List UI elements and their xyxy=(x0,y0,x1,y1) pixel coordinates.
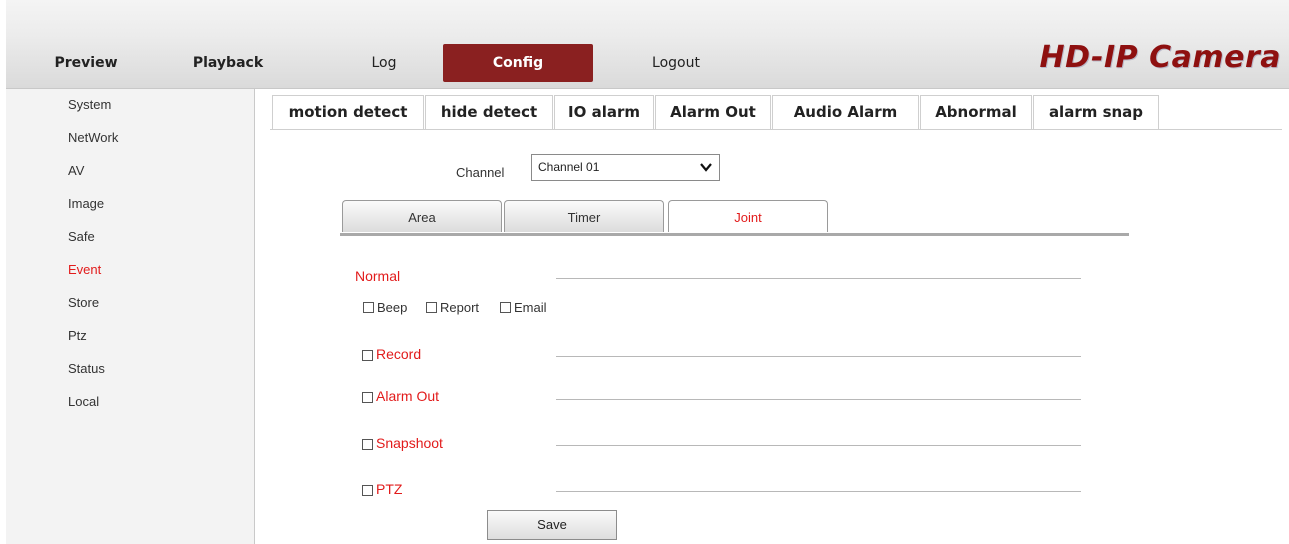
record-checkbox[interactable] xyxy=(362,350,373,361)
record-label: Record xyxy=(376,346,422,362)
alarm-out-label: Alarm Out xyxy=(376,388,440,404)
tab-alarm-snap[interactable]: alarm snap xyxy=(1033,95,1159,129)
ptz-divider xyxy=(556,491,1081,492)
nav-playback[interactable]: Playback xyxy=(168,44,288,82)
sidebar-item-store[interactable]: Store xyxy=(68,295,99,310)
nav-preview[interactable]: Preview xyxy=(26,44,146,82)
sidebar-item-av[interactable]: AV xyxy=(68,163,84,178)
beep-checkbox[interactable] xyxy=(363,302,374,313)
normal-divider xyxy=(556,278,1081,279)
normal-title: Normal xyxy=(355,268,401,284)
sidebar-item-status[interactable]: Status xyxy=(68,361,105,376)
chevron-down-icon xyxy=(700,163,712,172)
beep-label: Beep xyxy=(377,300,408,315)
tab-motion-detect[interactable]: motion detect xyxy=(272,95,424,129)
nav-log[interactable]: Log xyxy=(324,44,444,82)
subtab-joint[interactable]: Joint xyxy=(668,200,828,232)
nav-config[interactable]: Config xyxy=(443,44,593,82)
snapshoot-divider xyxy=(556,445,1081,446)
brand-logo: HD-IP Camera xyxy=(1039,40,1281,75)
record-divider xyxy=(556,356,1081,357)
sidebar-item-ptz[interactable]: Ptz xyxy=(68,328,87,343)
snapshoot-label: Snapshoot xyxy=(376,435,443,451)
sidebar-item-system[interactable]: System xyxy=(68,97,111,112)
tab-abnormal[interactable]: Abnormal xyxy=(920,95,1032,129)
alarm-out-divider xyxy=(556,399,1081,400)
tab-audio-alarm[interactable]: Audio Alarm xyxy=(772,95,919,129)
sidebar-item-image[interactable]: Image xyxy=(68,196,104,211)
subtab-timer[interactable]: Timer xyxy=(504,200,664,232)
channel-label: Channel xyxy=(456,165,505,180)
channel-select-value: Channel 01 xyxy=(538,160,600,174)
top-nav-bar: Preview Playback Log Config Logout HD-IP… xyxy=(6,0,1289,89)
tab-hide-detect[interactable]: hide detect xyxy=(425,95,553,129)
ptz-checkbox[interactable] xyxy=(362,485,373,496)
sidebar-item-network[interactable]: NetWork xyxy=(68,130,118,145)
nav-logout[interactable]: Logout xyxy=(616,44,736,82)
email-checkbox[interactable] xyxy=(500,302,511,313)
alarm-out-checkbox[interactable] xyxy=(362,392,373,403)
save-button[interactable]: Save xyxy=(487,510,617,540)
sidebar-item-safe[interactable]: Safe xyxy=(68,229,95,244)
event-tabs: motion detect hide detect IO alarm Alarm… xyxy=(270,95,1282,130)
tab-io-alarm[interactable]: IO alarm xyxy=(554,95,654,129)
ptz-label: PTZ xyxy=(376,481,403,497)
sidebar: System NetWork AV Image Safe Event Store… xyxy=(6,89,255,544)
subtabs: Area Timer Joint xyxy=(340,200,1129,236)
report-label: Report xyxy=(440,300,480,315)
report-checkbox[interactable] xyxy=(426,302,437,313)
tab-alarm-out[interactable]: Alarm Out xyxy=(655,95,771,129)
sidebar-item-local[interactable]: Local xyxy=(68,394,99,409)
email-label: Email xyxy=(514,300,547,315)
snapshoot-checkbox[interactable] xyxy=(362,439,373,450)
subtab-area[interactable]: Area xyxy=(342,200,502,232)
sidebar-item-event[interactable]: Event xyxy=(68,262,101,277)
channel-select[interactable]: Channel 01 xyxy=(531,154,720,181)
